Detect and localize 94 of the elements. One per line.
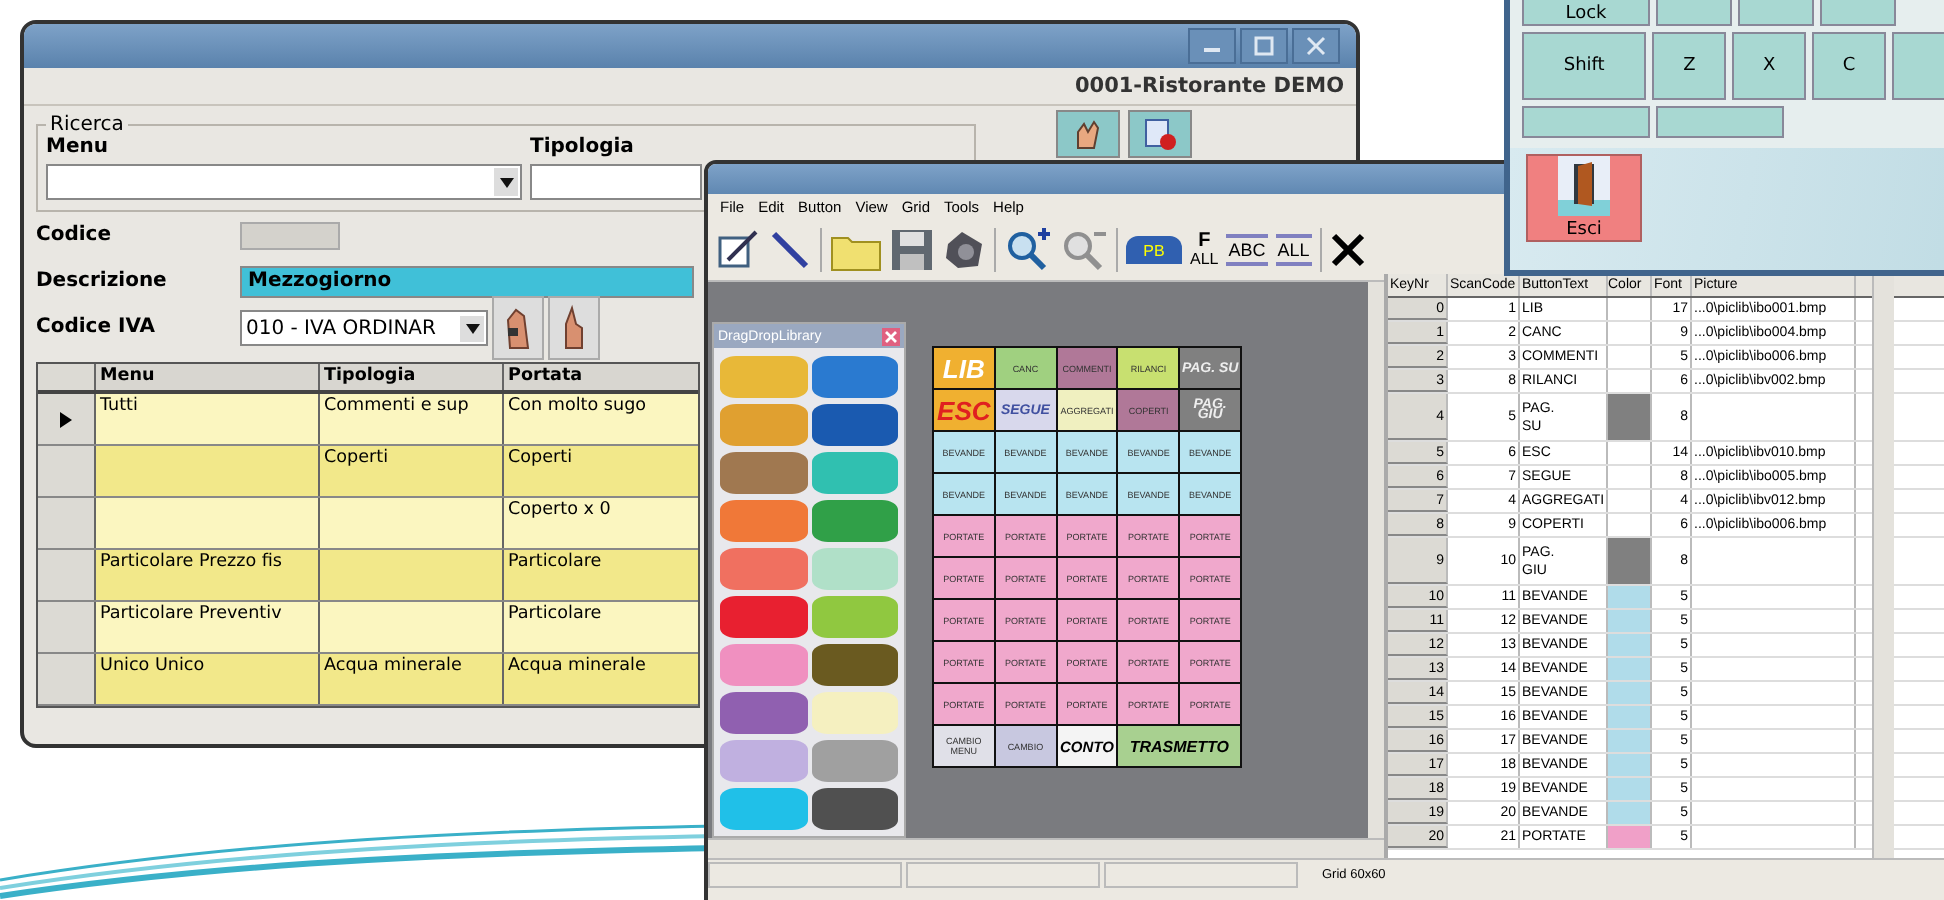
color-swatch[interactable] [720, 452, 807, 494]
table-cell: Particolare [508, 604, 602, 624]
color-swatch[interactable] [811, 356, 898, 398]
delete-icon[interactable] [1329, 232, 1366, 268]
minimize-button[interactable] [1188, 28, 1236, 64]
keyboard-key[interactable]: C [1812, 32, 1887, 100]
color-swatch[interactable] [811, 500, 898, 542]
color-swatch[interactable] [811, 596, 898, 638]
table-row[interactable]: Particolare Preventiv Particolare [38, 602, 698, 654]
field-label: Descrizione [36, 270, 169, 292]
keyboard-key[interactable] [1738, 0, 1814, 26]
field-label: Menu [46, 136, 110, 158]
table-cell: Coperto x 0 [508, 500, 611, 520]
color-swatch[interactable] [811, 788, 898, 830]
maximize-icon [1254, 36, 1274, 56]
hand-button[interactable] [548, 295, 600, 359]
keyboard-key[interactable]: X [1732, 32, 1807, 100]
keyboard-key[interactable] [1656, 0, 1732, 26]
color-swatch[interactable] [811, 644, 898, 686]
color-swatch[interactable] [720, 644, 807, 686]
table-cell: Particolare [508, 552, 602, 572]
table-row[interactable]: Particolare Prezzo fis Particolare [38, 550, 698, 602]
hand-tool-button[interactable] [1056, 110, 1120, 158]
iva-dropdown[interactable]: 010 - IVA ORDINAR [240, 309, 488, 345]
color-swatch[interactable] [720, 788, 807, 830]
color-swatch[interactable] [811, 740, 898, 782]
table-cell: Tutti [100, 396, 138, 416]
hand-icon [560, 303, 588, 351]
color-swatch[interactable] [811, 548, 898, 590]
door-icon [1558, 156, 1610, 216]
row-selector[interactable] [38, 394, 96, 444]
table-cell: Particolare Prezzo fis [100, 552, 283, 572]
document-icon [1142, 116, 1178, 152]
all-button[interactable]: ALL [1275, 234, 1312, 266]
keyboard-key[interactable] [1656, 106, 1784, 138]
vertical-scrollbar[interactable] [1872, 274, 1894, 858]
hand-button[interactable] [492, 295, 544, 359]
column-header: Menu [96, 364, 320, 390]
keyboard-key[interactable] [1892, 32, 1944, 100]
exit-button[interactable]: Esci [1526, 154, 1642, 242]
camera-icon[interactable] [942, 228, 986, 272]
table-cell: Particolare Preventiv [100, 604, 282, 624]
keyboard-key[interactable] [1522, 106, 1650, 138]
field-label: Codice IVA [36, 316, 158, 338]
keyboard-key[interactable]: Shift [1522, 32, 1647, 100]
zoom-in-icon[interactable] [1004, 228, 1052, 272]
pb-button[interactable]: PB [1126, 236, 1182, 264]
save-icon[interactable] [890, 228, 934, 272]
pen-icon[interactable] [768, 228, 812, 272]
color-swatch[interactable] [811, 452, 898, 494]
vertical-scrollbar[interactable] [1368, 282, 1384, 838]
color-swatch[interactable] [720, 356, 807, 398]
table-cell: Acqua minerale [324, 656, 462, 676]
color-swatch[interactable] [720, 740, 807, 782]
group-legend: Ricerca [46, 114, 128, 136]
color-swatch[interactable] [720, 548, 807, 590]
maximize-button[interactable] [1240, 28, 1288, 64]
color-swatch[interactable] [720, 404, 807, 446]
hand-icon [504, 303, 532, 351]
tipologia-field[interactable] [530, 164, 702, 200]
field-label: Codice [36, 224, 114, 246]
descrizione-field[interactable]: Mezzogiorno [240, 265, 694, 297]
edit-icon[interactable] [716, 228, 760, 272]
color-swatch[interactable] [811, 404, 898, 446]
close-button[interactable] [1292, 28, 1340, 64]
table-row[interactable]: Tutti Commenti e sup Con molto sugo [38, 394, 698, 446]
table-row[interactable]: Coperti Coperti [38, 446, 698, 498]
horizontal-scrollbar[interactable] [708, 838, 1384, 858]
document-button[interactable] [1128, 110, 1192, 158]
table-cell: Coperti [324, 448, 389, 468]
field-label: Tipologia [530, 136, 636, 158]
table-row[interactable]: Unico Unico Acqua minerale Acqua minerale [38, 654, 698, 706]
color-swatch[interactable] [720, 596, 807, 638]
table-cell: Con molto sugo [508, 396, 647, 416]
keyboard-key[interactable] [1820, 0, 1896, 26]
pos-button[interactable]: TRASMETTO [1118, 726, 1240, 766]
table-cell: Unico Unico [100, 656, 205, 676]
current-row-icon [60, 411, 72, 427]
font-all-button[interactable]: F ALL [1190, 232, 1219, 268]
column-header: Portata [506, 364, 585, 390]
color-swatch[interactable] [811, 692, 898, 734]
abc-button[interactable]: ABC [1226, 234, 1268, 266]
table-cell: Acqua minerale [508, 656, 646, 676]
table-row[interactable]: Coperto x 0 [38, 498, 698, 550]
close-icon [1306, 36, 1326, 56]
color-swatch[interactable] [720, 500, 807, 542]
company-name: 0001-Ristorante DEMO [1074, 74, 1344, 98]
column-header: Tipologia [320, 364, 504, 390]
table-cell: Commenti e sup [324, 396, 469, 416]
keyboard-key[interactable]: Lock [1522, 0, 1650, 26]
color-swatch[interactable] [720, 692, 807, 734]
menu-dropdown[interactable] [46, 164, 522, 200]
keyboard-key[interactable]: Z [1652, 32, 1727, 100]
table-cell: Coperti [508, 448, 573, 468]
